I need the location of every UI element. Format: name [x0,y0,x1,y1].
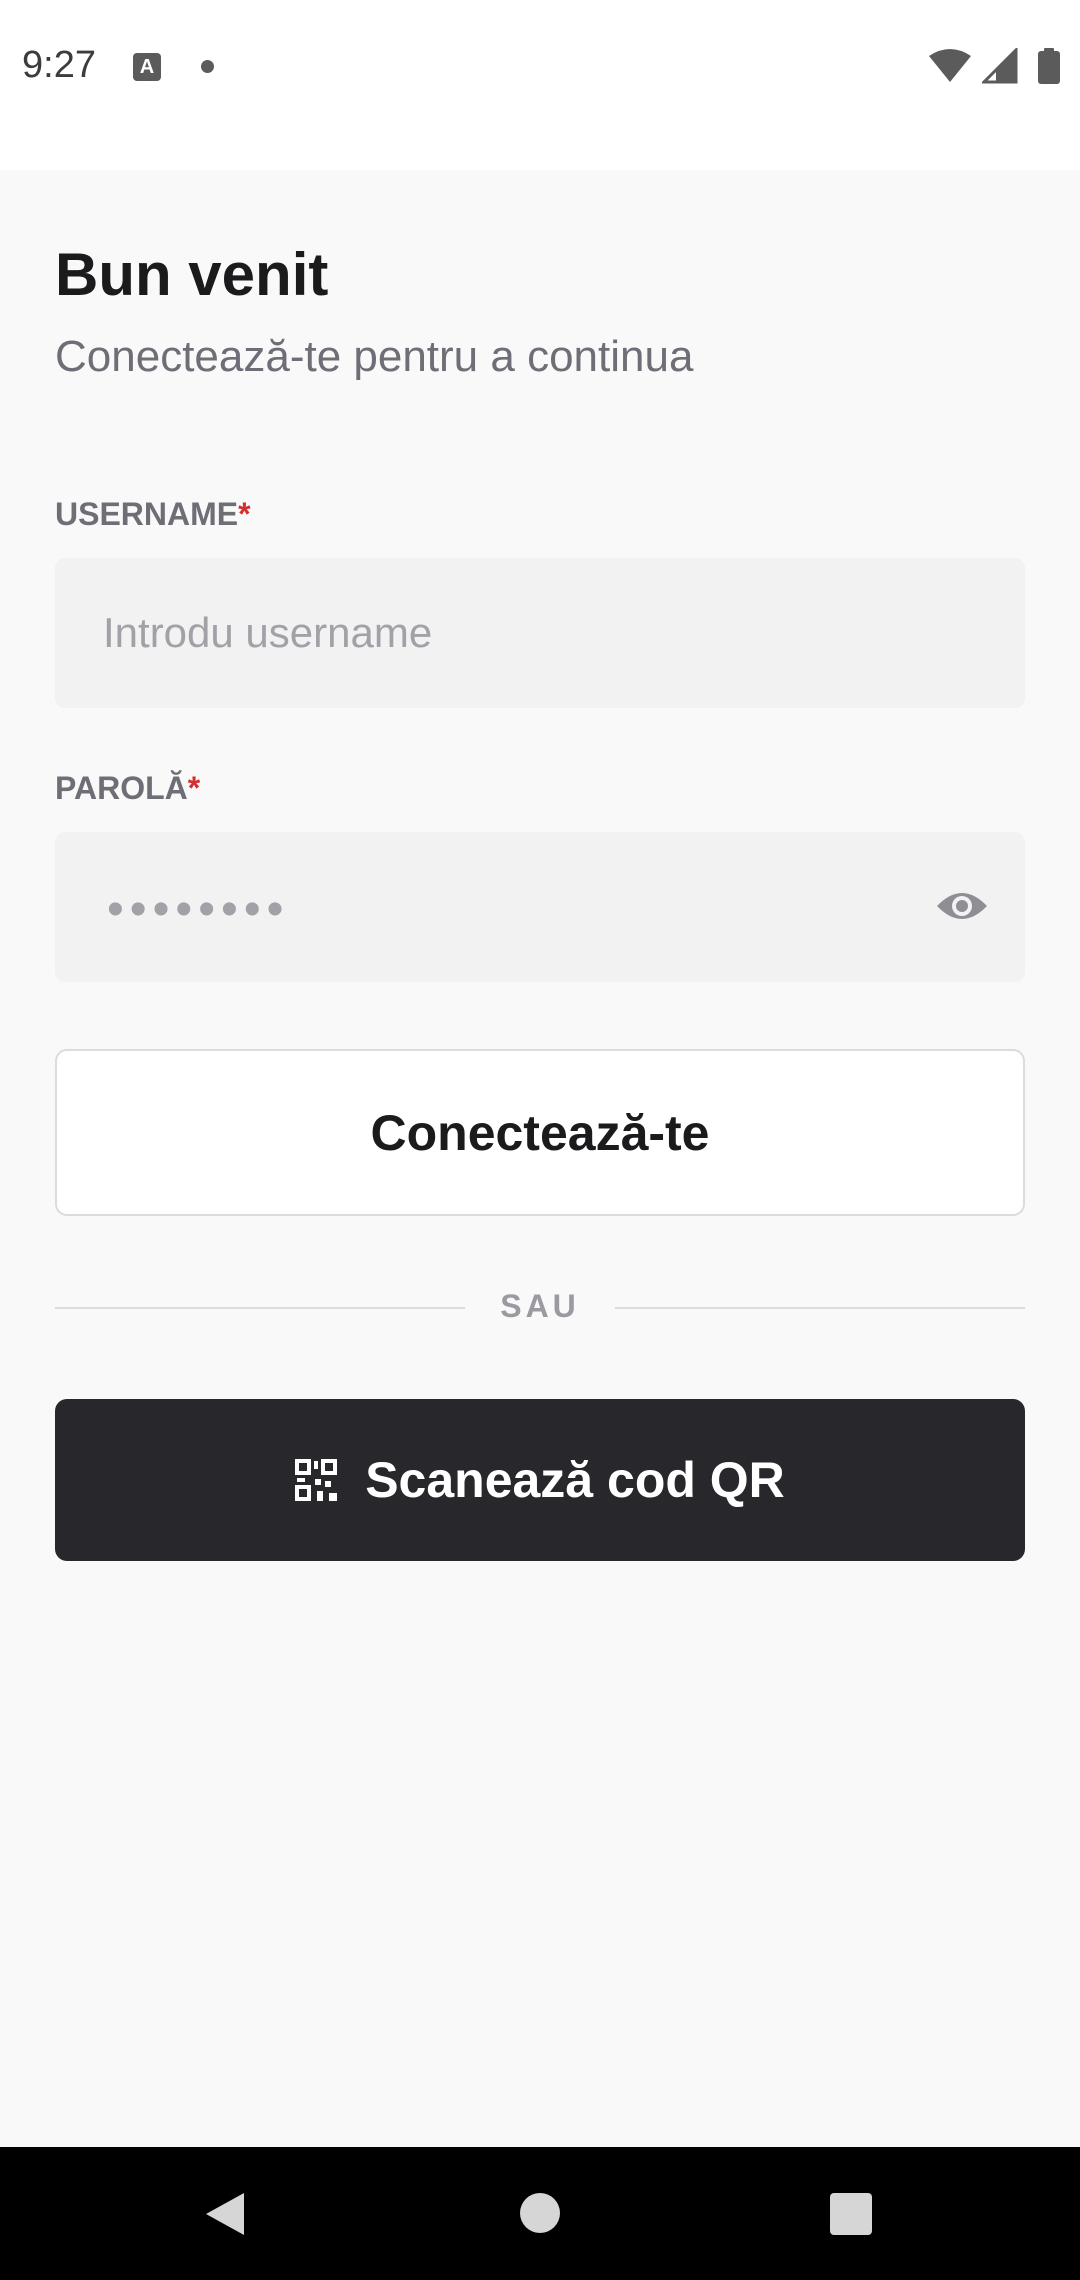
battery-icon [1038,48,1060,84]
page-subtitle: Conectează-te pentru a continua [55,332,694,381]
notification-dot-icon [201,60,214,73]
username-label-text: USERNAME [55,496,239,532]
password-label: PAROLĂ* [55,770,200,807]
required-mark: * [187,770,201,806]
scan-qr-button[interactable]: Scanează cod QR [55,1399,1025,1561]
signal-icon [982,48,1018,84]
home-icon[interactable] [520,2193,560,2233]
required-mark: * [238,496,251,532]
wifi-icon [929,49,971,82]
page-title: Bun venit [55,241,329,308]
password-field[interactable]: •••••••• [55,832,1025,982]
username-field-box [55,558,1025,708]
status-bar: 9:27 A [0,0,1080,170]
navigation-bar [0,2147,1080,2280]
username-label: USERNAME* [55,496,251,533]
keyboard-notification-icon: A [133,53,161,81]
password-masked-value: •••••••• [107,883,290,936]
username-input[interactable] [55,558,1025,708]
recents-icon[interactable] [830,2193,872,2235]
back-icon[interactable] [204,2191,246,2237]
status-time: 9:27 [22,44,96,86]
divider-or: SAU [500,1288,580,1324]
divider-line-right [615,1307,1025,1309]
eye-icon[interactable] [935,886,989,926]
qr-code-icon [295,1459,338,1501]
password-label-text: PAROLĂ [55,770,188,806]
scan-qr-label: Scanează cod QR [365,1452,785,1508]
divider-line-left [55,1307,465,1309]
login-button[interactable]: Conectează-te [55,1049,1025,1216]
